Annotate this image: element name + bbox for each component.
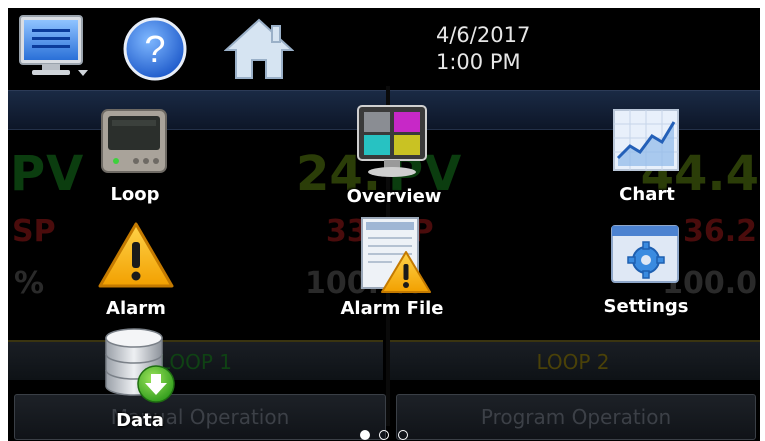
menu-label-loop: Loop xyxy=(110,184,160,205)
menu-item-alarm[interactable]: Alarm xyxy=(96,220,176,324)
alarm-warning-icon xyxy=(98,222,174,288)
page-dot-3[interactable] xyxy=(398,429,409,440)
monitor-menu-icon[interactable] xyxy=(18,14,90,80)
settings-icon xyxy=(611,225,679,283)
date-text: 4/6/2017 xyxy=(436,23,531,47)
menu-label-alarm-file: Alarm File xyxy=(340,298,444,319)
loop1-panel: PV 24. SP 33. % 100. C xyxy=(10,128,383,372)
loop1-pv-label: PV xyxy=(10,146,85,202)
menu-item-settings[interactable]: Settings xyxy=(604,222,688,324)
page-indicator xyxy=(8,424,760,440)
menu-label-settings: Settings xyxy=(603,296,689,317)
data-database-icon xyxy=(105,328,175,403)
menu-item-alarm-file[interactable]: Alarm File xyxy=(341,216,444,324)
loop1-sp-label: SP xyxy=(12,214,56,249)
loop1-output-label: % xyxy=(14,266,45,301)
menu-item-loop[interactable]: Loop xyxy=(100,106,170,210)
overview-monitor-icon xyxy=(357,105,427,177)
menu-label-overview: Overview xyxy=(346,186,442,207)
menu-label-chart: Chart xyxy=(619,184,675,205)
loop2-panel: PV 44.4 SP 36.2 % 100.0 C xyxy=(388,128,760,372)
loop2-sp-value: 36.2 xyxy=(682,214,757,249)
page-dot-1[interactable] xyxy=(359,429,370,440)
menu-item-overview[interactable]: Overview xyxy=(347,104,441,212)
hmi-screen: ? 4/6/2017 1:00 PM PV 24. SP 33. % 100. … xyxy=(8,8,760,441)
alarm-file-icon xyxy=(361,217,431,293)
page-dot-2[interactable] xyxy=(379,429,389,440)
date-time-display: 4/6/2017 1:00 PM xyxy=(436,22,530,76)
home-icon[interactable] xyxy=(224,18,294,80)
menu-item-data[interactable]: Data xyxy=(102,326,178,431)
svg-text:?: ? xyxy=(144,29,165,71)
loop2-name: LOOP 2 xyxy=(536,350,610,374)
top-bar: ? 4/6/2017 1:00 PM xyxy=(8,8,760,86)
time-text: 1:00 PM xyxy=(436,50,521,74)
help-icon[interactable]: ? xyxy=(122,16,188,82)
menu-item-chart[interactable]: Chart xyxy=(612,108,682,210)
loop2-name-bar: LOOP 2 xyxy=(386,340,760,380)
loop-controller-icon xyxy=(101,109,167,173)
loop1-name: LOOP 1 xyxy=(158,350,233,374)
chart-icon xyxy=(613,109,679,171)
menu-label-alarm: Alarm xyxy=(106,298,166,319)
loop1-name-bar: LOOP 1 xyxy=(8,340,383,380)
